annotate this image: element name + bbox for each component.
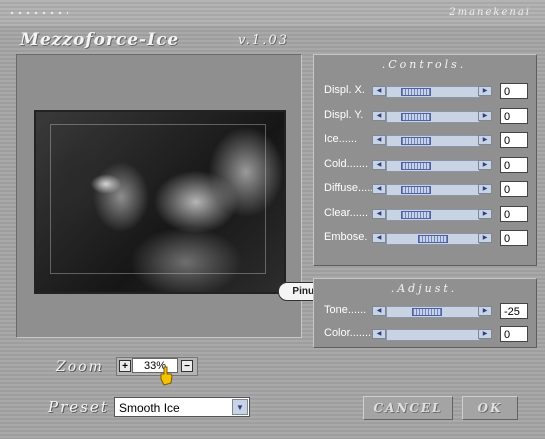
slider-label: Displ. X. bbox=[324, 84, 365, 96]
slider-label: Diffuse..... bbox=[324, 182, 374, 194]
slider-thumb[interactable] bbox=[401, 88, 431, 96]
slider-row: Tone...... ◀ ▶ -25 bbox=[322, 303, 532, 319]
slider-value-input[interactable]: 0 bbox=[500, 156, 528, 173]
slider-value-input[interactable]: 0 bbox=[500, 181, 528, 197]
slider-thumb[interactable] bbox=[418, 235, 448, 243]
slider-track[interactable] bbox=[386, 86, 480, 98]
slider-right-arrow-icon[interactable]: ▶ bbox=[478, 233, 492, 243]
slider-row: Embose. ◀ ▶ 0 bbox=[322, 230, 532, 246]
slider-value-input[interactable]: 0 bbox=[500, 326, 528, 342]
controls-title: .Controls. bbox=[381, 58, 467, 71]
slider-thumb[interactable] bbox=[401, 186, 431, 194]
slider-left-arrow-icon[interactable]: ◀ bbox=[372, 110, 386, 121]
zoom-in-button[interactable]: + bbox=[119, 360, 131, 372]
slider-thumb[interactable] bbox=[401, 210, 431, 219]
preset-selected: Smooth Ice bbox=[119, 401, 180, 415]
slider-label: Color....... bbox=[324, 327, 372, 339]
slider-row: Displ. X. ◀ ▶ 0 bbox=[322, 83, 532, 99]
preview-image bbox=[34, 110, 286, 294]
slider-left-arrow-icon[interactable]: ◀ bbox=[372, 329, 386, 339]
cancel-button[interactable]: CANCEL bbox=[363, 396, 453, 420]
chevron-down-icon[interactable]: ▼ bbox=[232, 399, 248, 415]
preset-select[interactable]: Smooth Ice ▼ bbox=[114, 397, 250, 417]
slider-row: Color....... ◀ ▶ 0 bbox=[322, 326, 532, 342]
preset-label: Preset bbox=[48, 398, 109, 416]
version-label: v.1.03 bbox=[238, 33, 289, 48]
hand-pointer-icon bbox=[160, 366, 173, 386]
slider-left-arrow-icon[interactable]: ◀ bbox=[372, 233, 386, 243]
slider-label: Tone...... bbox=[324, 304, 367, 316]
slider-right-arrow-icon[interactable]: ▶ bbox=[478, 306, 492, 316]
slider-row: Displ. Y. ◀ ▶ 0 bbox=[322, 107, 532, 124]
slider-value-input[interactable]: 0 bbox=[500, 230, 528, 246]
slider-left-arrow-icon[interactable]: ◀ bbox=[372, 86, 386, 96]
drag-grip[interactable] bbox=[8, 10, 68, 16]
slider-right-arrow-icon[interactable]: ▶ bbox=[478, 110, 492, 121]
slider-track[interactable] bbox=[386, 110, 480, 123]
slider-value-input[interactable]: 0 bbox=[500, 132, 528, 148]
slider-track[interactable] bbox=[386, 306, 480, 318]
slider-right-arrow-icon[interactable]: ▶ bbox=[478, 208, 492, 219]
slider-left-arrow-icon[interactable]: ◀ bbox=[372, 159, 386, 170]
slider-thumb[interactable] bbox=[401, 137, 431, 145]
slider-left-arrow-icon[interactable]: ◀ bbox=[372, 135, 386, 145]
adjust-title: .Adjust. bbox=[390, 282, 458, 295]
slider-label: Clear...... bbox=[324, 206, 369, 219]
ok-button[interactable]: OK bbox=[462, 396, 518, 420]
slider-left-arrow-icon[interactable]: ◀ bbox=[372, 208, 386, 219]
slider-track[interactable] bbox=[386, 184, 480, 196]
app-title: Mezzoforce-Ice bbox=[20, 30, 180, 50]
slider-thumb[interactable] bbox=[401, 161, 431, 170]
slider-right-arrow-icon[interactable]: ▶ bbox=[478, 184, 492, 194]
slider-right-arrow-icon[interactable]: ▶ bbox=[478, 86, 492, 96]
slider-track[interactable] bbox=[386, 329, 480, 341]
slider-row: Clear...... ◀ ▶ 0 bbox=[322, 205, 532, 222]
slider-row: Diffuse..... ◀ ▶ 0 bbox=[322, 181, 532, 197]
slider-thumb[interactable] bbox=[412, 308, 442, 316]
slider-row: Cold....... ◀ ▶ 0 bbox=[322, 156, 532, 173]
slider-left-arrow-icon[interactable]: ◀ bbox=[372, 306, 386, 316]
slider-label: Ice...... bbox=[324, 133, 358, 145]
slider-value-input[interactable]: -25 bbox=[500, 303, 528, 319]
slider-left-arrow-icon[interactable]: ◀ bbox=[372, 184, 386, 194]
slider-track[interactable] bbox=[386, 233, 480, 245]
image-frame bbox=[50, 124, 266, 274]
zoom-out-button[interactable]: − bbox=[181, 360, 193, 372]
slider-right-arrow-icon[interactable]: ▶ bbox=[478, 135, 492, 145]
slider-track[interactable] bbox=[386, 135, 480, 147]
slider-track[interactable] bbox=[386, 159, 480, 172]
slider-value-input[interactable]: 0 bbox=[500, 205, 528, 222]
slider-value-input[interactable]: 0 bbox=[500, 107, 528, 124]
slider-right-arrow-icon[interactable]: ▶ bbox=[478, 329, 492, 339]
slider-thumb[interactable] bbox=[401, 112, 431, 121]
slider-label: Embose. bbox=[324, 231, 368, 243]
slider-right-arrow-icon[interactable]: ▶ bbox=[478, 159, 492, 170]
slider-label: Cold....... bbox=[324, 157, 369, 170]
slider-label: Displ. Y. bbox=[324, 108, 364, 121]
slider-track[interactable] bbox=[386, 208, 480, 221]
author-credit: 2manekenai bbox=[449, 7, 531, 18]
slider-row: Ice...... ◀ ▶ 0 bbox=[322, 132, 532, 148]
zoom-label: Zoom bbox=[56, 359, 104, 375]
slider-value-input[interactable]: 0 bbox=[500, 83, 528, 99]
